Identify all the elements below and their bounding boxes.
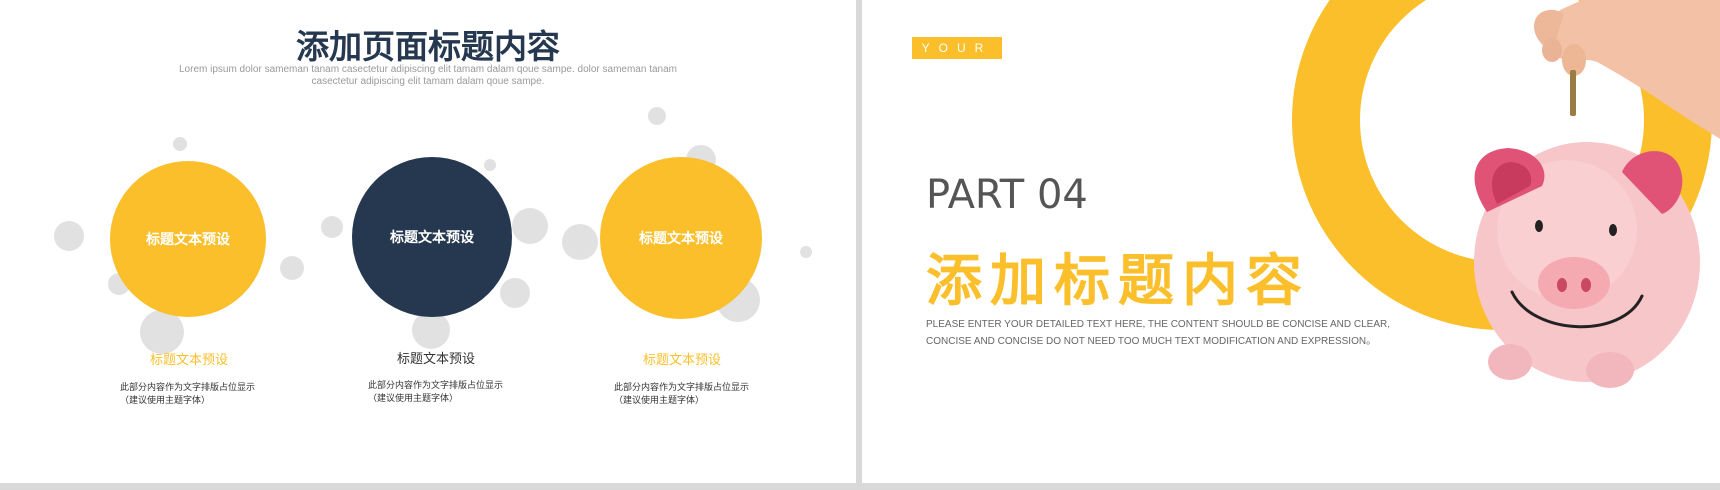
hand-holding-coin	[1533, 0, 1720, 139]
decor-dot	[280, 256, 304, 280]
column-1-label: 标题文本预设	[149, 353, 228, 368]
column-3-label: 标题文本预设	[642, 353, 721, 368]
slide-left: 添加页面标题内容 Lorem ipsum dolor sameman tanam…	[0, 0, 856, 483]
decor-dot	[321, 216, 343, 238]
circle-1-text: 标题文本预设	[146, 232, 230, 248]
decor-dot	[512, 208, 548, 244]
circle-3: 标题文本预设	[600, 157, 762, 319]
decor-dot	[54, 221, 84, 251]
column-3-desc: 此部分内容作为文字排版占位显示 （建议使用主题字体）	[614, 382, 784, 408]
decor-dot	[562, 224, 598, 260]
piggy-bank-illustration	[1292, 0, 1720, 388]
subtitle-line: casectetur adipiscing elit tamam dalam q…	[311, 76, 545, 87]
desc-line: 此部分内容作为文字排版占位显示	[368, 381, 504, 391]
decor-dot	[648, 107, 666, 125]
decor-dot	[484, 159, 496, 171]
circle-2: 标题文本预设	[352, 157, 512, 317]
column-2-desc: 此部分内容作为文字排版占位显示 （建议使用主题字体）	[368, 380, 538, 406]
desc-line: （建议使用主题字体）	[120, 396, 211, 406]
desc-line: 此部分内容作为文字排版占位显示	[614, 383, 750, 393]
piggy-bank	[1474, 142, 1700, 388]
desc-line: 此部分内容作为文字排版占位显示	[120, 383, 256, 393]
column-2-label: 标题文本预设	[396, 352, 475, 367]
desc-line: （建议使用主题字体）	[614, 396, 705, 406]
page-subtitle: Lorem ipsum dolor sameman tanam casectet…	[178, 64, 678, 88]
decor-dot	[173, 137, 187, 151]
page-title: 添加页面标题内容	[296, 27, 560, 66]
decor-dot	[140, 310, 184, 354]
column-1-desc: 此部分内容作为文字排版占位显示 （建议使用主题字体）	[120, 382, 290, 408]
slide-right: YOUR PART 04 添加标题内容 PLEASE ENTER YOUR DE…	[862, 0, 1720, 483]
subtitle-line: Lorem ipsum dolor sameman tanam casectet…	[178, 64, 677, 75]
circle-1: 标题文本预设	[110, 161, 266, 317]
circle-2-text: 标题文本预设	[390, 230, 474, 246]
decor-dot	[800, 246, 812, 258]
desc-line: （建议使用主题字体）	[368, 394, 459, 404]
circle-3-text: 标题文本预设	[639, 231, 723, 247]
decor-dot	[500, 278, 530, 308]
